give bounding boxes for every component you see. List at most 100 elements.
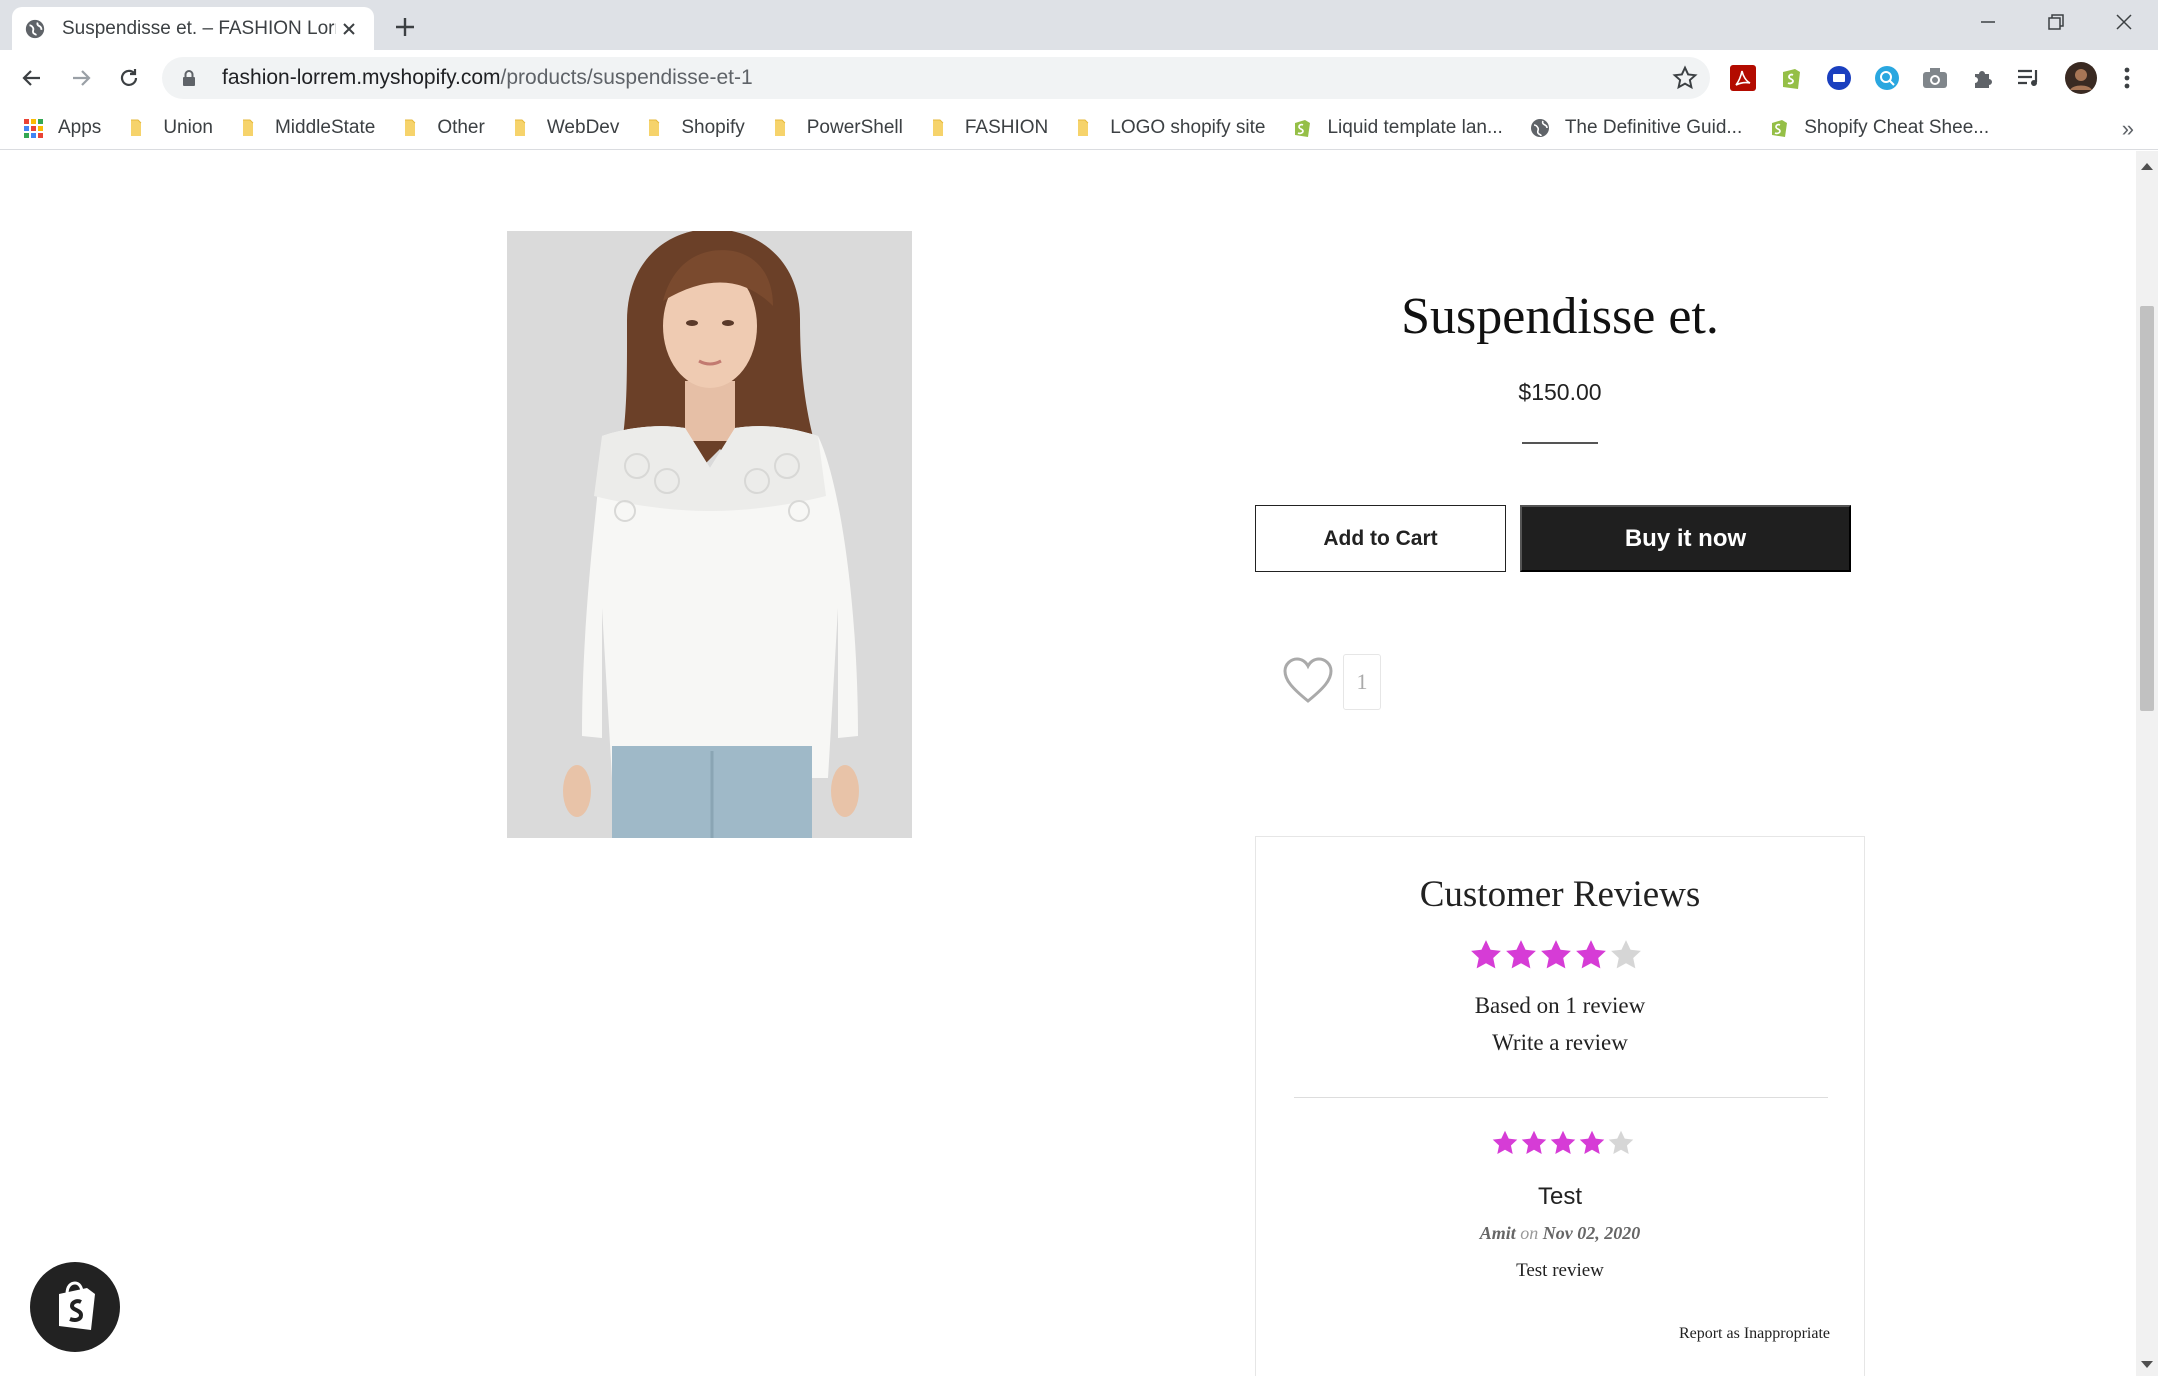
page-scrollbar[interactable] — [2136, 151, 2158, 1376]
browser-tab[interactable]: Suspendisse et. – FASHION Lorrem — [12, 7, 374, 50]
product-photo-white-blouse — [507, 231, 912, 838]
plus-icon — [396, 18, 414, 36]
bookmarks-overflow-button[interactable]: » — [2122, 116, 2134, 142]
globe-icon — [25, 19, 45, 38]
product-title: Suspendisse et. — [1401, 288, 1719, 345]
globe-icon — [1529, 117, 1551, 139]
shopify-badge-button[interactable] — [30, 1262, 120, 1352]
title-divider — [1522, 442, 1598, 444]
bookmark-item[interactable]: PowerShell — [771, 117, 903, 139]
bookmark-item[interactable]: Union — [127, 117, 213, 139]
bookmark-item[interactable]: LOGO shopify site — [1074, 117, 1265, 139]
url-host: fashion-lorrem.myshopify.com — [222, 66, 501, 89]
review-title: Test — [1537, 1183, 1582, 1210]
reload-icon — [120, 69, 138, 86]
more-menu-icon[interactable] — [2112, 63, 2142, 93]
star-filled-icon — [1471, 940, 1501, 969]
bookmark-label: Union — [163, 116, 213, 138]
back-button[interactable] — [14, 60, 50, 96]
new-tab-button[interactable] — [390, 12, 420, 42]
folder-icon — [771, 117, 793, 139]
folder-icon — [511, 117, 533, 139]
bookmark-label: MiddleState — [274, 116, 376, 138]
bookmarks-bar: Apps Union MiddleState Other WebDev Shopify Po… — [0, 106, 2158, 150]
star-filled-icon — [1541, 940, 1571, 969]
scroll-thumb[interactable] — [2140, 306, 2154, 711]
bookmark-label: Shopify Cheat Shee... — [1804, 116, 1990, 138]
restore-button[interactable] — [2022, 0, 2090, 44]
media-playlist-icon[interactable] — [2014, 63, 2044, 93]
review-on-word: on — [1520, 1223, 1539, 1243]
bookmark-label: Shopify — [681, 116, 745, 138]
review-meta: Amit on Nov 02, 2020 — [1256, 1223, 1864, 1244]
folder-icon — [239, 117, 261, 139]
bookmark-star-icon[interactable] — [1672, 65, 1698, 91]
write-review-link[interactable]: Write a review — [1256, 1030, 1864, 1056]
close-window-button[interactable] — [2090, 0, 2158, 44]
star-filled-icon — [1576, 940, 1606, 969]
shopify-icon — [1768, 117, 1790, 139]
bookmark-label: Other — [437, 116, 485, 138]
bookmark-label: WebDev — [546, 116, 620, 138]
url-text[interactable]: fashion-lorrem.myshopify.com/products/su… — [222, 66, 753, 90]
reload-button[interactable] — [111, 60, 147, 96]
search-extension-icon[interactable] — [1872, 63, 1902, 93]
folder-icon — [401, 117, 423, 139]
bookmark-item[interactable]: Shopify Cheat Shee... — [1768, 117, 1989, 139]
puzzle-icon[interactable] — [1968, 63, 1998, 93]
folder-icon — [929, 117, 951, 139]
folder-icon — [127, 117, 149, 139]
bookmark-item[interactable]: Apps — [22, 117, 101, 139]
shopify-extension-icon[interactable] — [1776, 63, 1806, 93]
bookmark-item[interactable]: Liquid template lan... — [1291, 116, 1503, 139]
reviews-heading: Customer Reviews — [1419, 874, 1701, 915]
bookmark-item[interactable]: MiddleState — [239, 117, 375, 139]
buy-it-now-button[interactable]: Buy it now — [1520, 505, 1851, 572]
acrobat-extension-icon[interactable] — [1728, 63, 1758, 93]
minimize-button[interactable] — [1954, 0, 2022, 44]
tab-strip: Suspendisse et. – FASHION Lorrem — [0, 0, 2158, 50]
minimize-icon — [1981, 21, 1995, 23]
scroll-down-arrow[interactable] — [2141, 1361, 2153, 1368]
heart-icon[interactable] — [1282, 656, 1334, 706]
based-on-count: Based on 1 review — [1474, 993, 1646, 1018]
close-tab-icon[interactable] — [336, 16, 362, 42]
blue-circle-extension-icon[interactable] — [1824, 63, 1854, 93]
camera-extension-icon[interactable] — [1920, 63, 1950, 93]
average-rating-stars — [1469, 938, 1644, 972]
bookmark-label: Apps — [58, 116, 102, 138]
bookmark-item[interactable]: The Definitive Guid... — [1529, 117, 1742, 139]
report-inappropriate-link[interactable]: Report as Inappropriate — [1679, 1325, 1830, 1343]
bookmark-item[interactable]: Other — [401, 117, 485, 139]
add-to-cart-button[interactable]: Add to Cart — [1255, 505, 1506, 572]
url-path: /products/suspendisse-et-1 — [500, 66, 753, 89]
bookmark-item[interactable]: Shopify — [645, 116, 745, 139]
folder-icon — [1074, 117, 1096, 139]
scroll-up-arrow[interactable] — [2141, 163, 2153, 170]
bookmark-label: The Definitive Guid... — [1564, 116, 1743, 138]
customer-reviews-panel: Customer Reviews Based on 1 review Write… — [1255, 836, 1865, 1376]
forward-button[interactable] — [63, 60, 99, 96]
shopify-icon — [1291, 117, 1313, 139]
reviews-divider — [1294, 1097, 1828, 1098]
product-image[interactable] — [507, 231, 912, 838]
bookmark-label: FASHION — [964, 116, 1049, 138]
bookmark-label: PowerShell — [806, 116, 903, 138]
close-icon — [2116, 14, 2132, 30]
review-author: Amit — [1479, 1223, 1516, 1243]
page-viewport: Suspendisse et. $150.00 Add to Cart Buy … — [0, 151, 2136, 1376]
bookmark-item[interactable]: FASHION — [929, 117, 1048, 139]
star-filled-icon — [1550, 1130, 1576, 1154]
profile-avatar[interactable] — [2064, 61, 2098, 95]
lock-icon[interactable] — [180, 69, 198, 87]
review-body: Test review — [1516, 1260, 1604, 1281]
star-empty-icon — [1611, 940, 1641, 969]
star-empty-icon — [1608, 1130, 1634, 1154]
bookmark-label: Liquid template lan... — [1327, 116, 1503, 138]
bookmark-item[interactable]: WebDev — [511, 116, 620, 139]
star-filled-icon — [1506, 940, 1536, 969]
review-date: Nov 02, 2020 — [1542, 1223, 1641, 1243]
tab-title: Suspendisse et. – FASHION Lorrem — [62, 17, 336, 39]
address-bar[interactable]: fashion-lorrem.myshopify.com/products/su… — [162, 57, 1710, 99]
wishlist-count: 1 — [1343, 654, 1381, 710]
